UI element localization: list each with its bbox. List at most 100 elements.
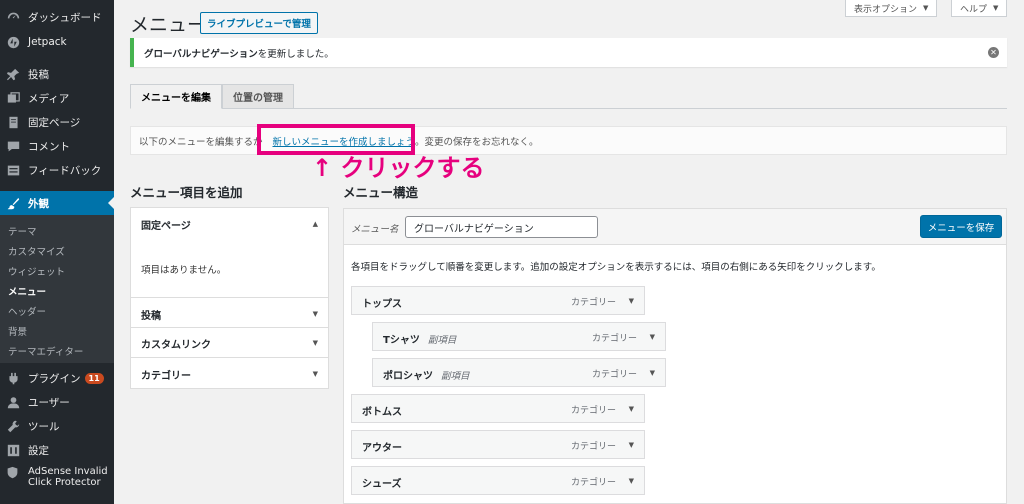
sidebar-item-label: 投稿 <box>28 68 49 81</box>
sidebar-item-appearance[interactable]: 外観 <box>0 191 114 215</box>
sidebar-item-pages[interactable]: 固定ページ <box>0 110 114 134</box>
jetpack-icon <box>6 35 20 49</box>
sidebar-item-label: 固定ページ <box>28 116 81 129</box>
expand-down-icon[interactable]: ▼ <box>313 310 318 318</box>
pin-icon <box>6 67 20 81</box>
sidebar-item-comments[interactable]: コメント <box>0 134 114 158</box>
submenu-widgets[interactable]: ウィジェット <box>8 264 65 278</box>
plugin-icon <box>6 371 20 385</box>
sidebar-item-label: 外観 <box>28 197 49 210</box>
appearance-submenu: テーマ カスタマイズ ウィジェット メニュー ヘッダー 背景 テーマエディター <box>0 215 114 363</box>
sidebar-item-plugins[interactable]: プラグイン 11 <box>0 366 114 390</box>
expand-down-icon[interactable]: ▼ <box>650 333 655 341</box>
nav-tab-wrapper: メニューを編集 位置の管理 <box>130 84 1007 109</box>
sidebar-item-label: メディア <box>28 92 70 105</box>
save-menu-button[interactable]: メニューを保存 <box>920 215 1002 238</box>
menu-item-title: ポロシャツ <box>383 371 433 382</box>
manage-prefix: 以下のメニューを編集するか <box>139 136 263 148</box>
menu-item-bottoms[interactable]: ボトムス カテゴリー ▼ <box>351 394 645 423</box>
collapse-up-icon[interactable]: ▲ <box>313 220 318 228</box>
menu-item-title: シューズ <box>362 479 402 490</box>
menu-item-tshirt[interactable]: Tシャツ 副項目 カテゴリー ▼ <box>372 322 666 351</box>
sidebar-item-adsense[interactable]: AdSense Invalid Click Protector <box>0 466 114 488</box>
submenu-background[interactable]: 背景 <box>8 324 27 338</box>
sidebar-item-users[interactable]: ユーザー <box>0 390 114 414</box>
tab-manage-locations[interactable]: 位置の管理 <box>222 84 294 109</box>
dismiss-icon[interactable]: ✕ <box>988 47 999 58</box>
sidebar-item-settings[interactable]: 設定 <box>0 438 114 462</box>
expand-down-icon[interactable]: ▼ <box>629 297 634 305</box>
admin-sidebar: ダッシュボード Jetpack 投稿 メディア 固定ページ コメント フィードバ… <box>0 0 114 504</box>
submenu-theme-editor[interactable]: テーマエディター <box>8 344 83 358</box>
divider <box>131 297 328 298</box>
drag-instructions: 各項目をドラッグして順番を変更します。追加の設定オプションを表示するには、項目の… <box>351 262 881 273</box>
sidebar-item-posts[interactable]: 投稿 <box>0 62 114 86</box>
feedback-icon <box>6 163 20 177</box>
media-icon <box>6 91 20 105</box>
menu-header: メニュー名 メニューを保存 <box>344 209 1006 245</box>
menu-item-type: カテゴリー <box>570 478 616 488</box>
accordion-posts[interactable]: 投稿 <box>141 307 161 322</box>
sidebar-item-label: フィードバック <box>28 164 102 177</box>
submenu-customize[interactable]: カスタマイズ <box>8 244 65 258</box>
menu-name-input[interactable] <box>405 216 598 238</box>
expand-down-icon[interactable]: ▼ <box>629 477 634 485</box>
menu-item-title: Tシャツ <box>383 335 420 346</box>
menu-item-title: アウター <box>362 443 402 454</box>
sidebar-item-tools[interactable]: ツール <box>0 414 114 438</box>
sidebar-item-dashboard[interactable]: ダッシュボード <box>0 5 114 29</box>
active-menu-arrow <box>108 197 114 209</box>
sidebar-item-feedback[interactable]: フィードバック <box>0 158 114 182</box>
subitem-label: 副項目 <box>427 335 457 346</box>
submenu-header[interactable]: ヘッダー <box>8 304 46 318</box>
sidebar-item-label: コメント <box>28 140 70 153</box>
expand-down-icon[interactable]: ▼ <box>650 369 655 377</box>
help-label: ヘルプ <box>960 4 988 15</box>
live-preview-button[interactable]: ライブプレビューで管理 <box>200 12 318 34</box>
update-count-badge: 11 <box>84 372 104 384</box>
wrench-icon <box>6 419 20 433</box>
menu-item-polo[interactable]: ポロシャツ 副項目 カテゴリー ▼ <box>372 358 666 387</box>
menu-structure-heading: メニュー構造 <box>343 185 419 200</box>
caret-down-icon: ▼ <box>993 4 999 12</box>
menu-item-type: カテゴリー <box>591 334 637 344</box>
caret-down-icon: ▼ <box>923 4 929 12</box>
menu-item-shoes[interactable]: シューズ カテゴリー ▼ <box>351 466 645 495</box>
divider <box>131 357 328 358</box>
menu-name-label: メニュー名 <box>351 224 399 235</box>
screen-options-button[interactable]: 表示オプション ▼ <box>845 0 938 17</box>
sidebar-item-label: ツール <box>28 420 60 433</box>
expand-down-icon[interactable]: ▼ <box>313 370 318 378</box>
accordion-custom-links[interactable]: カスタムリンク <box>141 336 211 351</box>
accordion-pages[interactable]: 固定ページ <box>141 217 191 232</box>
screen-options-label: 表示オプション <box>854 4 918 15</box>
brush-icon <box>6 196 20 210</box>
page-title: メニュー <box>130 14 207 36</box>
accordion-categories[interactable]: カテゴリー <box>141 367 191 382</box>
tab-edit-menus[interactable]: メニューを編集 <box>130 84 222 109</box>
menu-structure-panel: メニュー名 メニューを保存 各項目をドラッグして順番を変更します。追加の設定オプ… <box>343 208 1007 504</box>
manage-suffix: 。変更の保存をお忘れなく。 <box>415 136 539 148</box>
submenu-themes[interactable]: テーマ <box>8 224 37 238</box>
adsense-label-line2: Click Protector <box>28 477 101 488</box>
expand-down-icon[interactable]: ▼ <box>629 405 634 413</box>
settings-icon <box>6 443 20 457</box>
menu-item-outer[interactable]: アウター カテゴリー ▼ <box>351 430 645 459</box>
menu-item-type: カテゴリー <box>570 442 616 452</box>
sidebar-item-label: プラグイン <box>28 372 81 385</box>
update-notice: グローバルナビゲーション を更新しました。 ✕ <box>130 38 1007 67</box>
menu-item-title: ボトムス <box>362 407 402 418</box>
empty-message: 項目はありません。 <box>141 265 227 276</box>
submenu-menus[interactable]: メニュー <box>8 284 46 298</box>
menu-item-tops[interactable]: トップス カテゴリー ▼ <box>351 286 645 315</box>
sidebar-item-media[interactable]: メディア <box>0 86 114 110</box>
click-annotation: ↑ クリックする <box>312 154 485 182</box>
sidebar-item-jetpack[interactable]: Jetpack <box>0 30 114 54</box>
help-button[interactable]: ヘルプ ▼ <box>951 0 1008 17</box>
expand-down-icon[interactable]: ▼ <box>629 441 634 449</box>
expand-down-icon[interactable]: ▼ <box>313 339 318 347</box>
sidebar-item-label: ユーザー <box>28 396 70 409</box>
menu-item-title: トップス <box>362 299 402 310</box>
divider <box>131 327 328 328</box>
notice-menu-name: グローバルナビゲーション <box>144 48 258 60</box>
